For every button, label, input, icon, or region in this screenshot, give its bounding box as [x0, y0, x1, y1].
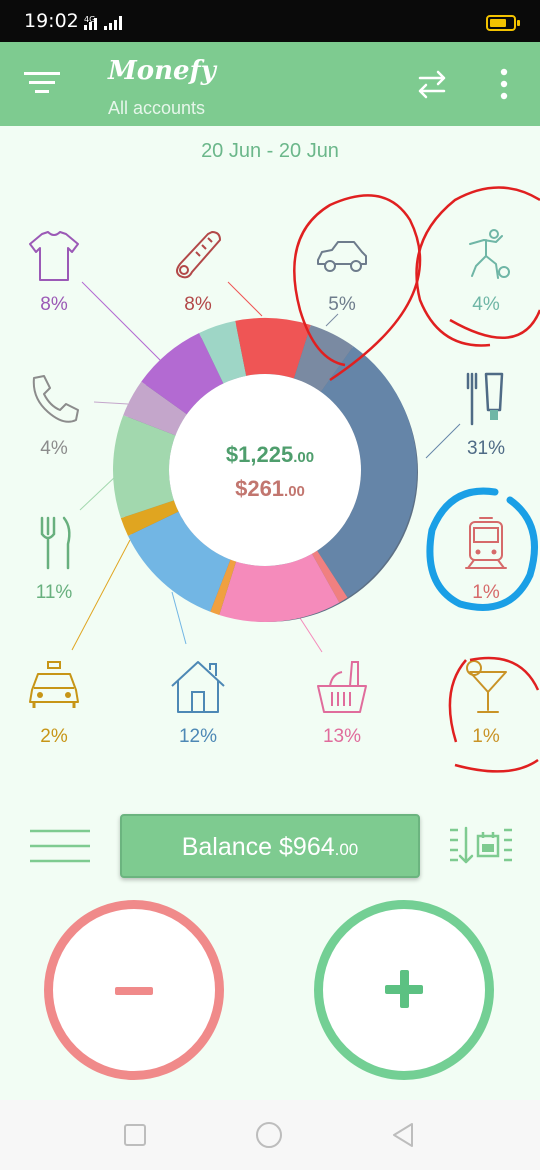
donut-slice-house[interactable] — [128, 511, 231, 612]
transfer-icon — [418, 70, 446, 99]
toothbrush-toothpaste-icon — [466, 372, 504, 426]
circle-icon — [256, 1122, 282, 1148]
category-house[interactable]: 12% — [148, 658, 248, 768]
category-entertainment[interactable]: 1% — [436, 658, 536, 768]
donut-slice-communications[interactable] — [123, 381, 187, 436]
more-vert-icon — [500, 68, 508, 100]
train-icon — [465, 517, 507, 569]
cocktail-icon — [466, 660, 507, 713]
filter-menu-icon — [24, 72, 60, 93]
category-sports[interactable]: 4% — [436, 226, 536, 336]
donut-slices — [113, 318, 417, 622]
car-icon — [317, 241, 367, 272]
battery-tip — [517, 20, 520, 26]
plus-icon-vertical — [400, 970, 409, 1008]
category-percent: 8% — [40, 294, 68, 315]
square-icon — [124, 1124, 146, 1146]
thermometer-icon — [176, 231, 221, 279]
app-title: Monefy — [108, 56, 216, 86]
category-percent: 5% — [328, 294, 356, 315]
balance-button[interactable]: Balance $964.00 — [120, 814, 420, 878]
app-bar: Monefy All accounts — [0, 42, 540, 126]
soccer-player-icon — [469, 229, 510, 279]
category-percent: 1% — [472, 726, 500, 747]
total-income: $1,225.00 — [225, 442, 315, 467]
category-percent: 13% — [322, 726, 362, 747]
category-food[interactable]: 13% — [292, 658, 392, 768]
transactions-list-button[interactable] — [28, 826, 92, 866]
donut-slice-taxi[interactable] — [120, 500, 179, 536]
leader-lines — [71, 281, 461, 653]
category-health[interactable]: 8% — [148, 226, 248, 336]
grocery-basket-icon — [317, 661, 367, 713]
system-nav-bar — [0, 1100, 540, 1170]
date-sort-button[interactable] — [446, 824, 514, 868]
category-eating-out[interactable]: 11% — [4, 514, 104, 624]
donut-shadow — [118, 322, 418, 622]
house-icon — [171, 661, 225, 713]
category-taxi[interactable]: 2% — [4, 658, 104, 768]
category-percent: 31% — [466, 438, 506, 459]
category-percent: 2% — [40, 726, 68, 747]
list-lines-icon — [30, 829, 90, 863]
back-triangle-icon — [393, 1123, 413, 1147]
donut-slice-entertainment[interactable] — [210, 559, 237, 615]
donut-hole — [169, 374, 361, 566]
total-expense: $261.00 — [235, 476, 305, 501]
taxi-icon — [29, 661, 79, 708]
add-income-button[interactable] — [314, 900, 494, 1080]
home-button[interactable] — [254, 1120, 284, 1150]
category-toiletry[interactable]: 31% — [436, 370, 536, 480]
donut-slice-food[interactable] — [219, 553, 340, 622]
status-time: 19:02 — [24, 10, 79, 32]
category-car[interactable]: 5% — [292, 226, 392, 336]
category-percent: 11% — [35, 582, 73, 603]
donut-slice-clothes[interactable] — [141, 333, 224, 415]
tshirt-icon — [29, 231, 79, 281]
category-percent: 12% — [178, 726, 218, 747]
phone-icon — [32, 375, 79, 423]
minus-icon — [115, 987, 153, 995]
category-percent: 4% — [472, 294, 500, 315]
category-percent: 8% — [184, 294, 212, 315]
donut-slice-transport[interactable] — [311, 550, 348, 603]
fork-knife-icon — [40, 516, 71, 570]
category-percent: 4% — [40, 438, 68, 459]
account-selector[interactable]: All accounts — [108, 98, 205, 119]
filter-menu-button[interactable] — [20, 62, 64, 106]
signal-icon: 4G — [82, 14, 132, 37]
battery-icon — [486, 15, 516, 31]
more-options-button[interactable] — [486, 64, 522, 104]
category-clothes[interactable]: 8% — [4, 226, 104, 336]
category-transport[interactable]: 1% — [436, 514, 536, 624]
calendar-sort-icon — [450, 826, 512, 864]
status-bar: 19:02 4G — [0, 0, 540, 42]
donut-slice-eating-out[interactable] — [113, 415, 176, 519]
category-percent: 1% — [472, 582, 500, 603]
add-expense-button[interactable] — [44, 900, 224, 1080]
back-button[interactable] — [388, 1120, 418, 1150]
recent-apps-button[interactable] — [120, 1120, 150, 1150]
transfer-button[interactable] — [412, 64, 452, 104]
category-communications[interactable]: 4% — [4, 370, 104, 480]
date-range[interactable]: 20 Jun - 20 Jun — [0, 140, 540, 163]
donut-slice-toiletry[interactable] — [317, 346, 417, 598]
